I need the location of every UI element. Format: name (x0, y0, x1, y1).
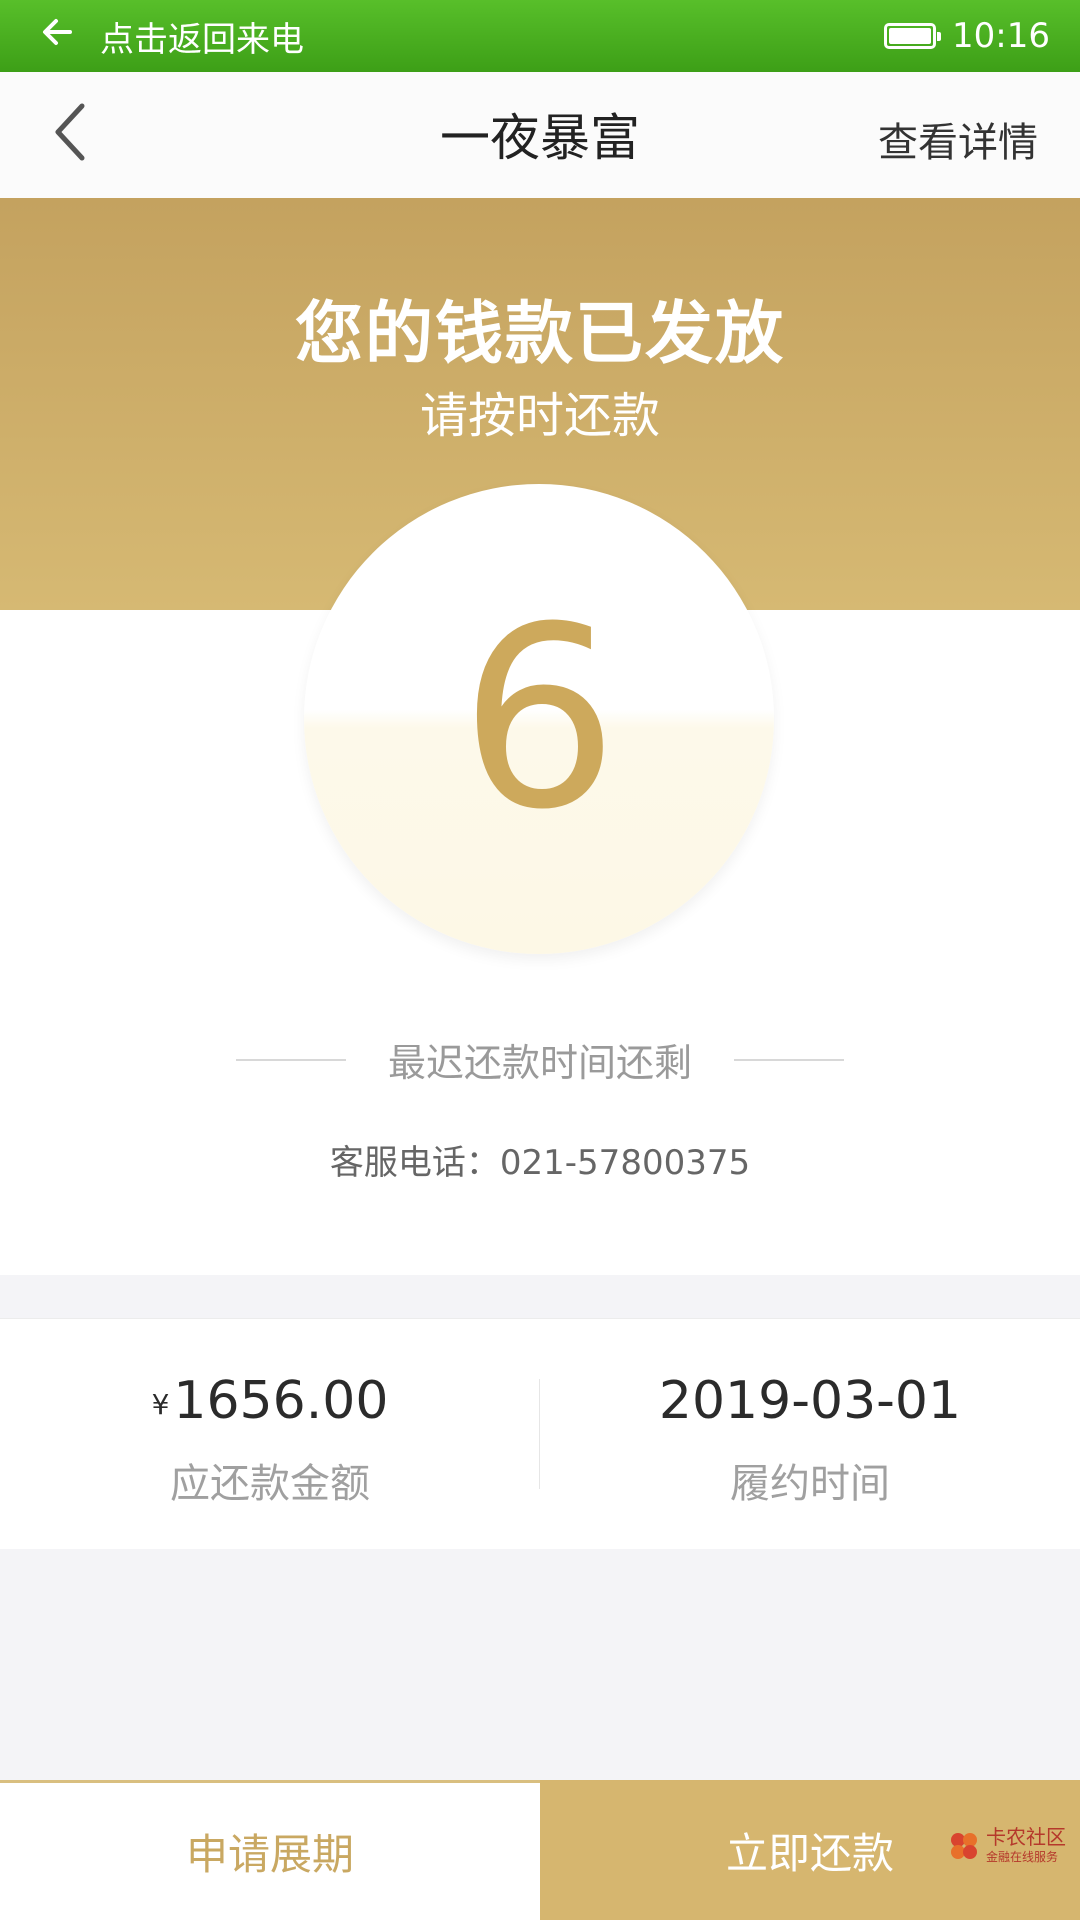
divider-line (235, 1058, 346, 1061)
countdown-circle: 6 (304, 484, 774, 954)
amount-value: ¥1656.00 (0, 1371, 540, 1431)
deadline-row: 最迟还款时间还剩 (0, 1032, 1080, 1087)
view-details-button[interactable]: 查看详情 (878, 110, 1038, 168)
apply-extension-button[interactable]: 申请展期 (0, 1780, 540, 1920)
date-label: 履约时间 (730, 1461, 890, 1507)
currency-symbol: ¥ (151, 1388, 170, 1421)
kanong-logo-icon (951, 1832, 977, 1859)
bottom-bar: 申请展期 立即还款 卡农社区 金融在线服务 (0, 1780, 1080, 1920)
nav-bar: 一夜暴富 查看详情 (0, 72, 1080, 199)
amount-number: 1656.00 (173, 1371, 389, 1431)
watermark-subtext: 金融在线服务 (986, 1850, 1059, 1864)
divider-line (734, 1058, 844, 1061)
watermark-text: 卡农社区 (986, 1825, 1066, 1849)
status-bar: 点击返回来电 10:16 (0, 0, 1080, 72)
info-section: ¥1656.00 应还款金额 2019-03-01 履约时间 (0, 1318, 1080, 1549)
service-phone[interactable]: 客服电话：021-57800375 (0, 1135, 1080, 1184)
repay-now-label: 立即还款 (725, 1828, 894, 1878)
subline: 请按时还款 (419, 388, 660, 444)
return-call-text[interactable]: 点击返回来电 (100, 12, 884, 61)
repay-now-button[interactable]: 立即还款 卡农社区 金融在线服务 (540, 1780, 1080, 1920)
countdown-days: 6 (459, 573, 619, 864)
date-value: 2019-03-01 (658, 1371, 962, 1431)
headline: 您的钱款已发放 (294, 295, 785, 374)
status-time: 10:16 (952, 16, 1050, 56)
arrow-left-icon[interactable] (40, 13, 90, 59)
deadline-caption: 最迟还款时间还剩 (387, 1041, 692, 1085)
date-column: 2019-03-01 履约时间 (540, 1319, 1080, 1549)
battery-icon (884, 23, 942, 49)
amount-label: 应还款金额 (170, 1461, 370, 1507)
amount-column: ¥1656.00 应还款金额 (0, 1319, 540, 1549)
watermark: 卡农社区 金融在线服务 (948, 1826, 1066, 1865)
